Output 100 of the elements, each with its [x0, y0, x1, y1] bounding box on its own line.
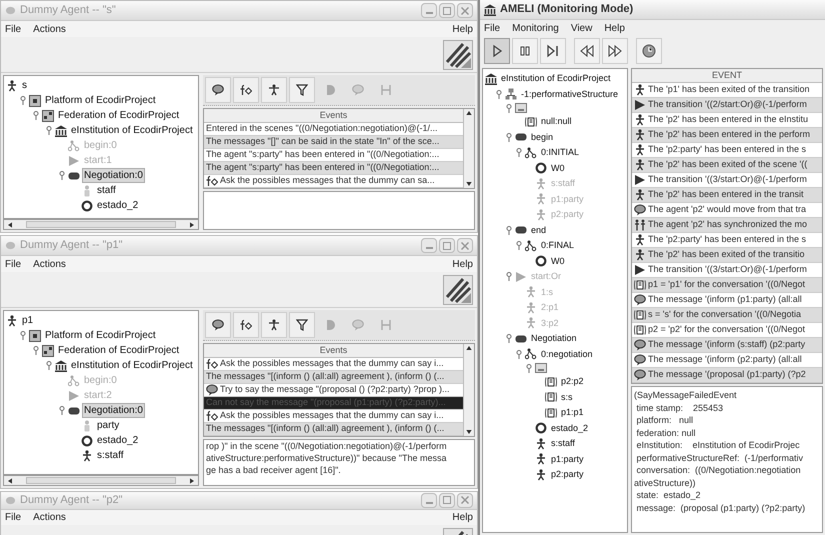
- maximize-button[interactable]: [439, 492, 455, 508]
- menu-item[interactable]: Help: [452, 22, 473, 36]
- scroll-left-arrow-icon[interactable]: [8, 478, 12, 484]
- tree-label[interactable]: eInstitution of EcodirProject: [69, 123, 195, 138]
- expand-handle-icon[interactable]: [20, 96, 26, 105]
- event-row[interactable]: The messages "[(inform () (all:all) agreement ), (inform () (...: [204, 371, 463, 384]
- tool-button[interactable]: [205, 312, 231, 338]
- event-row[interactable]: The transition '((3/start:Or)@(-1/perform: [632, 263, 822, 278]
- minimize-button[interactable]: [421, 238, 437, 253]
- tree-label[interactable]: 0:INITIAL: [539, 145, 582, 160]
- expand-handle-icon[interactable]: [526, 364, 532, 372]
- expand-handle-icon[interactable]: [506, 226, 512, 235]
- tool-button[interactable]: [289, 312, 315, 338]
- tool-button[interactable]: [233, 77, 259, 103]
- expand-handle-icon[interactable]: [33, 111, 39, 120]
- tree-label[interactable]: Negotiation:0: [82, 403, 145, 418]
- menu-item[interactable]: View: [570, 20, 592, 36]
- tree-label[interactable]: 0:negotiation: [539, 346, 595, 362]
- tree-label[interactable]: Federation of EcodirProject: [56, 343, 182, 358]
- event-row[interactable]: The transition '((3/start:Or)@(-1/perform: [632, 173, 822, 188]
- maximize-button[interactable]: [439, 3, 455, 18]
- tree-label[interactable]: party: [95, 418, 122, 433]
- expand-handle-icon[interactable]: [506, 132, 512, 142]
- tool-button[interactable]: [540, 38, 566, 64]
- menu-item[interactable]: Help: [604, 20, 625, 36]
- event-row[interactable]: Try to say the message "(proposal () (?p2:party) ?prop )...: [204, 384, 463, 397]
- menu-item[interactable]: File: [5, 22, 22, 36]
- menu-item[interactable]: Actions: [33, 510, 66, 524]
- tree-label[interactable]: p2:p2: [559, 374, 586, 390]
- event-row[interactable]: The 'p1' has been exited of the transition: [632, 83, 822, 98]
- close-button[interactable]: [457, 238, 473, 253]
- scroll-up-arrow-icon[interactable]: [466, 346, 472, 350]
- tree-label[interactable]: eInstitution of EcodirProject: [499, 71, 613, 86]
- tool-button[interactable]: [512, 38, 538, 64]
- tool-button[interactable]: [636, 38, 662, 64]
- expand-handle-icon[interactable]: [516, 350, 522, 359]
- scroll-down-arrow-icon[interactable]: [466, 430, 472, 434]
- tree-label[interactable]: null:null: [539, 114, 574, 130]
- tree-label[interactable]: Federation of EcodirProject: [56, 108, 182, 123]
- tree-label[interactable]: p1: [20, 313, 36, 328]
- expand-handle-icon[interactable]: [46, 126, 52, 135]
- tree-label[interactable]: s:staff: [549, 436, 577, 452]
- event-row[interactable]: The agent 'p2' has synchronized the mo: [632, 218, 822, 233]
- scroll-right-arrow-icon[interactable]: [190, 478, 194, 484]
- tool-button[interactable]: [574, 38, 600, 64]
- tool-button[interactable]: [205, 77, 231, 103]
- event-row[interactable]: The message '(proposal (p1:party) (?p2: [632, 368, 822, 383]
- tree-label[interactable]: Negotiation: [529, 331, 579, 346]
- expand-handle-icon[interactable]: [46, 361, 52, 370]
- event-row[interactable]: p2 = 'p2' for the conversation '((0/Negot: [632, 323, 822, 338]
- event-row[interactable]: The 'p2' has been entered in the eInstitu: [632, 113, 822, 128]
- menu-item[interactable]: File: [5, 256, 22, 272]
- tree-label[interactable]: staff: [95, 183, 118, 198]
- scroll-up-arrow-icon[interactable]: [466, 111, 472, 115]
- menu-item[interactable]: File: [484, 20, 500, 36]
- tree-label[interactable]: p1:p1: [559, 405, 586, 420]
- event-row[interactable]: The 'p2' has been exited of the scene '((: [632, 158, 822, 173]
- scrollbar[interactable]: [463, 344, 474, 436]
- event-row[interactable]: The transition '((2/start:Or)@(-1/perform: [632, 98, 822, 113]
- tree-label[interactable]: s:s: [559, 390, 575, 405]
- menu-item[interactable]: Monitoring: [512, 20, 559, 36]
- event-row[interactable]: The 'p2' has been exited of the transitio: [632, 248, 822, 263]
- event-row[interactable]: Ask the possibles messages that the dummy can sa...: [204, 175, 463, 188]
- event-row[interactable]: The message '(inform (p2:party) (all:all: [632, 353, 822, 368]
- tree-label[interactable]: s:staff: [95, 448, 126, 463]
- event-row[interactable]: Ask the possibles messages that the dummy can say i...: [204, 358, 463, 371]
- scrollbar[interactable]: [463, 109, 474, 188]
- event-row[interactable]: The agent "s:party" has been entered in "((0/Negotiation:...: [204, 162, 463, 175]
- event-row[interactable]: Entered in the scenes "((0/Negotiation:negotiation)@(-1/...: [204, 123, 463, 136]
- tree-label[interactable]: Platform of EcodirProject: [43, 328, 158, 343]
- menu-item[interactable]: Help: [452, 510, 473, 524]
- tree-label[interactable]: W0: [549, 160, 566, 176]
- tree-label[interactable]: s: [20, 78, 29, 93]
- expand-handle-icon[interactable]: [59, 406, 65, 415]
- tool-button[interactable]: [602, 38, 628, 64]
- expand-handle-icon[interactable]: [496, 90, 502, 99]
- event-row[interactable]: The 'p2' has been entered in the transit: [632, 188, 822, 203]
- event-row[interactable]: The 'p2:party' has been entered in the s: [632, 233, 822, 248]
- event-row[interactable]: The message '(inform (p1:party) (all:all: [632, 293, 822, 308]
- event-row[interactable]: The agent 'p2' would move from that tra: [632, 203, 822, 218]
- scrollbar[interactable]: [3, 475, 199, 486]
- close-button[interactable]: [457, 492, 473, 508]
- tool-button[interactable]: [261, 77, 287, 103]
- event-row[interactable]: The 'p2:party' has been entered in the s: [632, 143, 822, 158]
- tool-button[interactable]: [289, 77, 315, 103]
- scroll-right-arrow-icon[interactable]: [190, 222, 194, 228]
- expand-handle-icon[interactable]: [516, 241, 522, 250]
- scroll-left-arrow-icon[interactable]: [8, 222, 12, 228]
- event-row[interactable]: The 'p2' has been entered in the perform: [632, 128, 822, 143]
- tree-label[interactable]: -1:performativeStructure: [519, 86, 620, 102]
- menu-item[interactable]: Actions: [33, 256, 66, 272]
- tool-button[interactable]: [484, 38, 510, 64]
- tool-button[interactable]: [233, 312, 259, 338]
- menu-item[interactable]: Help: [452, 256, 473, 272]
- column-header[interactable]: EVENT: [632, 69, 822, 83]
- minimize-button[interactable]: [421, 3, 437, 18]
- expand-handle-icon[interactable]: [20, 331, 26, 340]
- column-header[interactable]: Events: [204, 344, 463, 358]
- tree-label[interactable]: W0: [549, 254, 566, 269]
- tree-label[interactable]: estado_2: [95, 433, 140, 448]
